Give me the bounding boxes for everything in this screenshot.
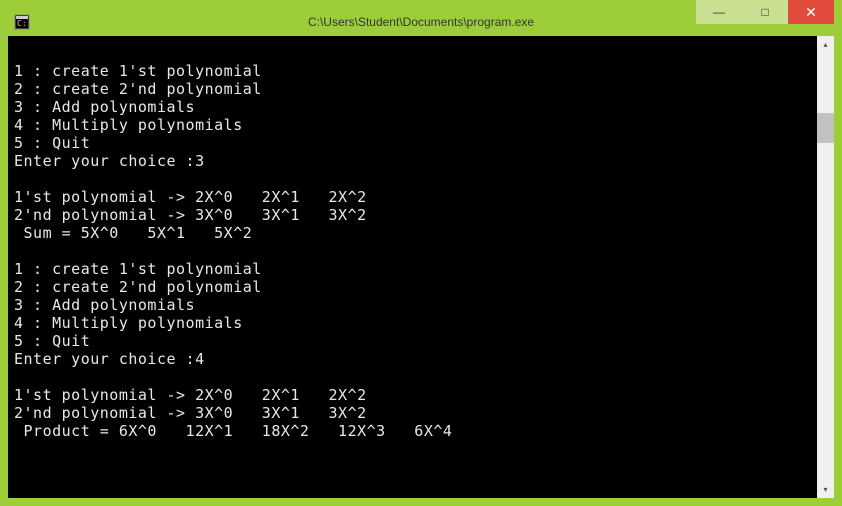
minimize-button[interactable]: — <box>696 0 742 24</box>
vertical-scrollbar[interactable]: ▴ ▾ <box>817 36 834 498</box>
console-window: C: C:\Users\Student\Documents\program.ex… <box>0 0 842 506</box>
scroll-down-arrow[interactable]: ▾ <box>817 481 834 498</box>
app-icon: C: <box>12 12 32 32</box>
scroll-thumb[interactable] <box>817 113 834 143</box>
window-controls: — □ ✕ <box>696 0 834 28</box>
close-button[interactable]: ✕ <box>788 0 834 24</box>
scroll-track[interactable] <box>817 53 834 481</box>
window-title: C:\Users\Student\Documents\program.exe <box>308 15 534 29</box>
scroll-up-arrow[interactable]: ▴ <box>817 36 834 53</box>
maximize-button[interactable]: □ <box>742 0 788 24</box>
console-area: 1 : create 1'st polynomial 2 : create 2'… <box>8 36 834 498</box>
titlebar[interactable]: C: C:\Users\Student\Documents\program.ex… <box>8 8 834 36</box>
svg-text:C:: C: <box>17 19 27 28</box>
console-output: 1 : create 1'st polynomial 2 : create 2'… <box>8 36 817 498</box>
